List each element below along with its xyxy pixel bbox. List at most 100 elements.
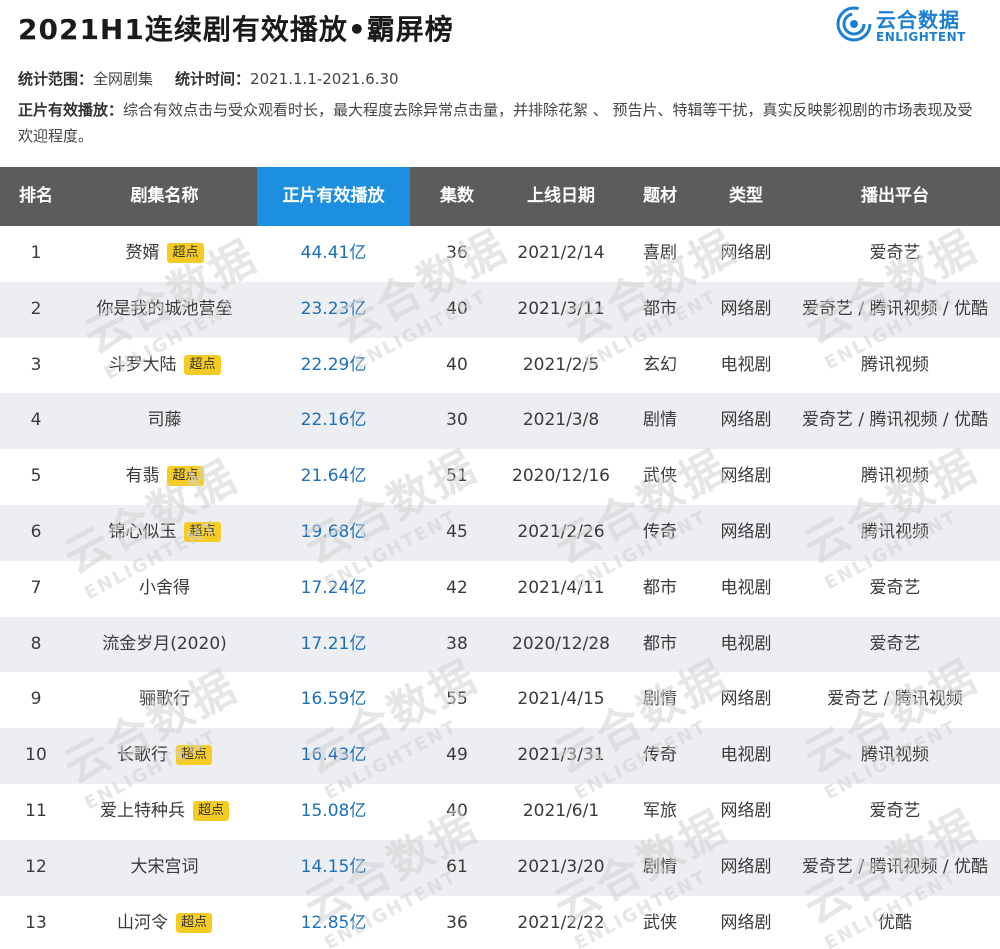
platform-cell: 爱奇艺 (869, 577, 921, 598)
rank-cell: 12 (25, 856, 47, 877)
table-row: 12 大宋宫词 14.15亿 61 2021/3/20 剧情 网络剧 爱奇艺 / 腾讯视频 /… (0, 839, 1000, 896)
title-cell: 锦心似玉 超点 (72, 505, 257, 561)
scope-value: 全网剧集 (93, 70, 154, 88)
title-cell: 骊歌行 (72, 672, 257, 728)
play-cell: 17.21亿 (300, 633, 367, 654)
type-cell: 电视剧 (720, 354, 772, 375)
table-row: 4 司藤 22.16亿 30 2021/3/8 剧情 网络剧 爱奇艺 / 腾讯视频 / 优酷 (0, 393, 1000, 450)
table-row: 11 爱上特种兵 超点 15.08亿 40 2021/6/1 军旅 网络剧 爱奇艺 (0, 784, 1000, 840)
drama-title: 长歌行 (116, 745, 168, 766)
table-row: 2 你是我的城池营垒 23.23亿 40 2021/3/11 都市 网络剧 爱奇艺 / 腾讯视… (0, 281, 1000, 338)
play-cell: 22.29亿 (300, 354, 367, 375)
date-cell: 2021/2/26 (517, 521, 605, 542)
logo-text-en: ENLIGHTENT (876, 30, 966, 44)
table-row: 3 斗罗大陆 超点 22.29亿 40 2021/2/5 玄幻 电视剧 腾讯视频 (0, 338, 1000, 394)
type-cell: 电视剧 (720, 577, 772, 598)
table-row: 10 长歌行 超点 16.43亿 49 2021/3/31 传奇 电视剧 腾讯视频 (0, 728, 1000, 784)
date-cell: 2021/2/22 (517, 912, 605, 933)
drama-title: 你是我的城池营垒 (96, 298, 233, 319)
header-play: 正片有效播放 (257, 167, 410, 226)
platform-cell: 爱奇艺 (869, 800, 921, 821)
play-cell: 44.41亿 (300, 243, 367, 263)
table-row: 9 骊歌行 16.59亿 55 2021/4/15 剧情 网络剧 爱奇艺 / 腾讯视频 (0, 672, 1000, 728)
table-row: 13 山河令 超点 12.85亿 36 2021/2/22 武侠 网络剧 优酷 (0, 896, 1000, 949)
date-cell: 2021/4/15 (517, 689, 605, 710)
episodes-cell: 61 (446, 856, 468, 877)
rank-cell: 5 (30, 466, 42, 487)
date-cell: 2021/3/8 (522, 410, 600, 431)
episodes-cell: 45 (446, 521, 468, 542)
super-view-badge: 超点 (175, 745, 212, 766)
drama-title: 锦心似玉 (108, 521, 177, 542)
platform-cell: 腾讯视频 (861, 354, 929, 375)
rank-cell: 10 (25, 745, 47, 766)
rank-cell: 6 (30, 521, 42, 542)
super-view-badge: 超点 (167, 243, 204, 263)
episodes-cell: 36 (446, 912, 468, 933)
episodes-cell: 51 (446, 466, 468, 487)
platform-cell: 爱奇艺 / 腾讯视频 / 优酷 (801, 298, 989, 319)
scope-label: 统计范围： (18, 70, 94, 88)
header-platform: 播出平台 (861, 186, 929, 206)
play-cell: 16.59亿 (300, 689, 367, 710)
date-cell: 2020/12/28 (512, 633, 610, 654)
platform-cell: 优酷 (878, 912, 912, 933)
type-cell: 电视剧 (720, 633, 772, 654)
genre-cell: 武侠 (643, 466, 677, 487)
date-cell: 2021/6/1 (522, 800, 600, 821)
episodes-cell: 55 (446, 689, 468, 710)
genre-cell: 玄幻 (643, 354, 677, 375)
ranking-table: 排名 剧集名称 正片有效播放 集数 上线日期 题材 类型 播出平台 1 赘婿 超点 4… (0, 167, 1000, 949)
episodes-cell: 36 (446, 243, 468, 263)
drama-title: 山河令 (116, 912, 168, 933)
drama-title: 流金岁月(2020) (102, 633, 227, 654)
table-row: 5 有翡 超点 21.64亿 51 2020/12/16 武侠 网络剧 腾讯视频 (0, 449, 1000, 505)
platform-cell: 爱奇艺 / 腾讯视频 / 优酷 (801, 410, 989, 431)
episodes-cell: 49 (446, 745, 468, 766)
table-row: 8 流金岁月(2020) 17.21亿 38 2020/12/28 都市 电视剧 爱奇艺 (0, 616, 1000, 673)
title-cell: 长歌行 超点 (72, 728, 257, 784)
rank-cell: 9 (30, 689, 42, 710)
genre-cell: 传奇 (643, 521, 677, 542)
episodes-cell: 30 (446, 410, 468, 431)
enlightent-logo-icon (836, 6, 872, 42)
genre-cell: 喜剧 (643, 243, 677, 263)
title-cell: 司藤 (72, 393, 257, 449)
platform-cell: 爱奇艺 / 腾讯视频 / 优酷 (801, 856, 989, 877)
brand-logo: 云合数据 ENLIGHTENT (836, 4, 986, 48)
date-cell: 2021/3/20 (517, 856, 605, 877)
episodes-cell: 38 (446, 633, 468, 654)
genre-cell: 剧情 (643, 856, 677, 877)
platform-cell: 腾讯视频 (861, 745, 929, 766)
play-cell: 15.08亿 (300, 800, 367, 821)
table-row: 7 小舍得 17.24亿 42 2021/4/11 都市 电视剧 爱奇艺 (0, 561, 1000, 617)
platform-cell: 爱奇艺 (869, 243, 921, 263)
header-type: 类型 (729, 186, 763, 206)
table-body: 1 赘婿 超点 44.41亿 36 2021/2/14 喜剧 网络剧 爱奇艺 2 你是我的城池营垒 2… (0, 226, 1000, 949)
table-row: 1 赘婿 超点 44.41亿 36 2021/2/14 喜剧 网络剧 爱奇艺 (0, 226, 1000, 282)
type-cell: 网络剧 (720, 521, 772, 542)
header-name: 剧集名称 (130, 186, 199, 206)
type-cell: 网络剧 (720, 912, 772, 933)
super-view-badge: 超点 (192, 800, 229, 821)
drama-title: 大宋宫词 (130, 856, 199, 877)
play-cell: 23.23亿 (300, 298, 367, 319)
super-view-badge: 超点 (175, 912, 212, 933)
header-date: 上线日期 (527, 186, 595, 206)
rank-cell: 2 (30, 298, 42, 319)
super-view-badge: 超点 (184, 521, 221, 542)
platform-cell: 爱奇艺 / 腾讯视频 (827, 689, 963, 710)
date-cell: 2021/2/5 (522, 354, 600, 375)
drama-title: 小舍得 (139, 577, 190, 598)
episodes-cell: 40 (446, 298, 468, 319)
title-cell: 小舍得 (72, 561, 257, 617)
play-cell: 14.15亿 (300, 856, 367, 877)
play-cell: 16.43亿 (300, 745, 367, 766)
title-cell: 爱上特种兵 超点 (72, 784, 257, 840)
rank-cell: 4 (30, 410, 42, 431)
title-cell: 赘婿 超点 (72, 226, 257, 282)
time-value: 2021.1.1-2021.6.30 (250, 70, 399, 88)
title-cell: 山河令 超点 (72, 896, 257, 949)
page-title: 2021H1连续剧有效播放•霸屏榜 (18, 13, 454, 46)
genre-cell: 剧情 (643, 410, 677, 431)
